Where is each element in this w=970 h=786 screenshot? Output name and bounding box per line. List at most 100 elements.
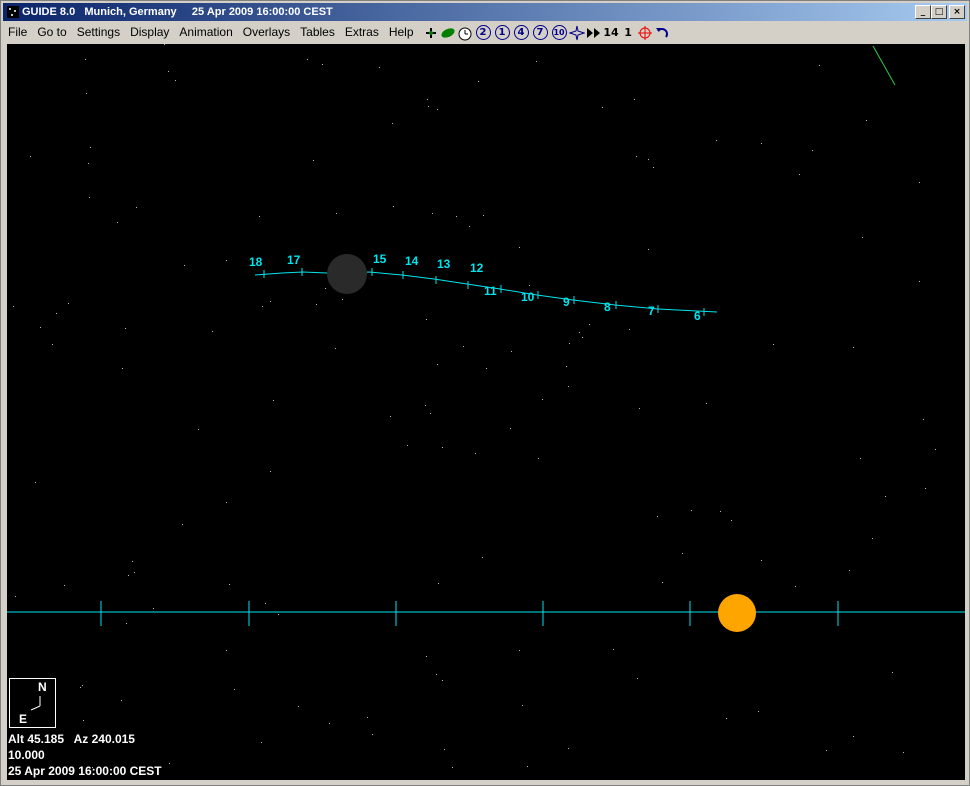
target-icon[interactable]	[637, 24, 654, 41]
title-bar[interactable]: GUIDE 8.0 Munich, Germany 25 Apr 2009 16…	[3, 3, 967, 21]
clock-icon[interactable]	[457, 24, 474, 41]
star	[819, 65, 820, 66]
star	[226, 260, 227, 261]
fast-forward-icon[interactable]	[586, 24, 603, 41]
star	[298, 706, 299, 707]
star	[527, 766, 528, 767]
star	[568, 386, 569, 387]
star	[629, 329, 630, 330]
minimize-button[interactable]: _	[915, 5, 931, 19]
close-button[interactable]: ×	[949, 5, 965, 19]
star	[919, 182, 920, 183]
compass-box: N E	[9, 678, 56, 728]
star	[329, 723, 330, 724]
track-hour-label: 12	[470, 261, 484, 275]
menu-help[interactable]: Help	[384, 23, 419, 42]
moon-disk[interactable]	[327, 254, 367, 294]
zoom-4-icon[interactable]: 4	[513, 25, 529, 40]
track-hour-label: 15	[373, 252, 387, 266]
star	[437, 109, 438, 110]
horizon-line	[7, 601, 965, 626]
star	[566, 366, 567, 367]
star	[716, 140, 717, 141]
star	[426, 319, 427, 320]
star	[82, 685, 83, 686]
star	[229, 584, 230, 585]
track-hour-label: 13	[437, 257, 451, 271]
maximize-button[interactable]: □	[931, 5, 947, 19]
star	[853, 736, 854, 737]
menu-goto[interactable]: Go to	[32, 23, 71, 42]
menu-settings[interactable]: Settings	[72, 23, 125, 42]
star	[136, 207, 137, 208]
star-burst-icon[interactable]	[569, 24, 586, 41]
star	[726, 718, 727, 719]
moon-track: 18 17 15 14 13 1211 10 9 8 7 6	[249, 252, 718, 323]
star	[273, 400, 274, 401]
menu-animation[interactable]: Animation	[174, 23, 237, 42]
star	[639, 408, 640, 409]
star	[64, 585, 65, 586]
star	[648, 159, 649, 160]
star	[259, 216, 260, 217]
menu-tables[interactable]: Tables	[295, 23, 340, 42]
window-title: GUIDE 8.0 Munich, Germany 25 Apr 2009 16…	[22, 6, 333, 18]
datetime-readout: 25 Apr 2009 16:00:00 CEST	[8, 764, 162, 778]
star	[265, 603, 266, 604]
star	[885, 496, 886, 497]
star	[589, 324, 590, 325]
star	[919, 281, 920, 282]
star	[40, 327, 41, 328]
star	[437, 364, 438, 365]
star	[30, 156, 31, 157]
star	[542, 399, 543, 400]
star	[212, 331, 213, 332]
star	[270, 301, 271, 302]
star	[923, 419, 924, 420]
star	[379, 67, 380, 68]
planet-icon[interactable]	[423, 24, 440, 41]
zoom-10-icon[interactable]: 10	[551, 25, 567, 40]
sun-disk[interactable]	[718, 594, 756, 632]
sky-canvas[interactable]: 18 17 15 14 13 1211 10 9 8 7 6	[7, 44, 965, 780]
star	[903, 752, 904, 753]
star	[634, 99, 635, 100]
star	[13, 306, 14, 307]
star-field	[13, 44, 936, 768]
star	[452, 767, 453, 768]
star	[486, 368, 487, 369]
green-line	[872, 45, 896, 86]
star	[463, 346, 464, 347]
sky-chart[interactable]: 18 17 15 14 13 12 11 10 9 8 7 6 N E Alt 45.185	[7, 44, 965, 780]
star	[88, 163, 89, 164]
zoom-7-icon[interactable]: 7	[532, 25, 548, 40]
step-1-icon[interactable]: 1	[620, 24, 637, 41]
star	[444, 749, 445, 750]
menu-overlays[interactable]: Overlays	[238, 23, 295, 42]
star	[720, 511, 721, 512]
menu-extras[interactable]: Extras	[340, 23, 384, 42]
star	[538, 458, 539, 459]
undo-icon[interactable]	[654, 24, 671, 41]
step-14-icon[interactable]: 14	[603, 24, 620, 41]
menu-display[interactable]: Display	[125, 23, 174, 42]
comet-icon[interactable]	[440, 24, 457, 41]
star	[121, 700, 122, 701]
star	[866, 120, 867, 121]
star	[122, 368, 123, 369]
star	[393, 206, 394, 207]
guide-app-icon[interactable]	[6, 5, 20, 19]
zoom-1-icon[interactable]: 1	[494, 25, 510, 40]
alt-az-readout: Alt 45.185 Az 240.015	[8, 732, 135, 746]
star	[175, 80, 176, 81]
guide-window: GUIDE 8.0 Munich, Germany 25 Apr 2009 16…	[0, 0, 970, 786]
star	[758, 711, 759, 712]
star	[56, 313, 57, 314]
star	[602, 107, 603, 108]
menu-file[interactable]: File	[3, 23, 32, 42]
star	[117, 222, 118, 223]
star	[579, 332, 580, 333]
star	[68, 303, 69, 304]
star	[336, 213, 337, 214]
zoom-2-icon[interactable]: 2	[475, 25, 491, 40]
